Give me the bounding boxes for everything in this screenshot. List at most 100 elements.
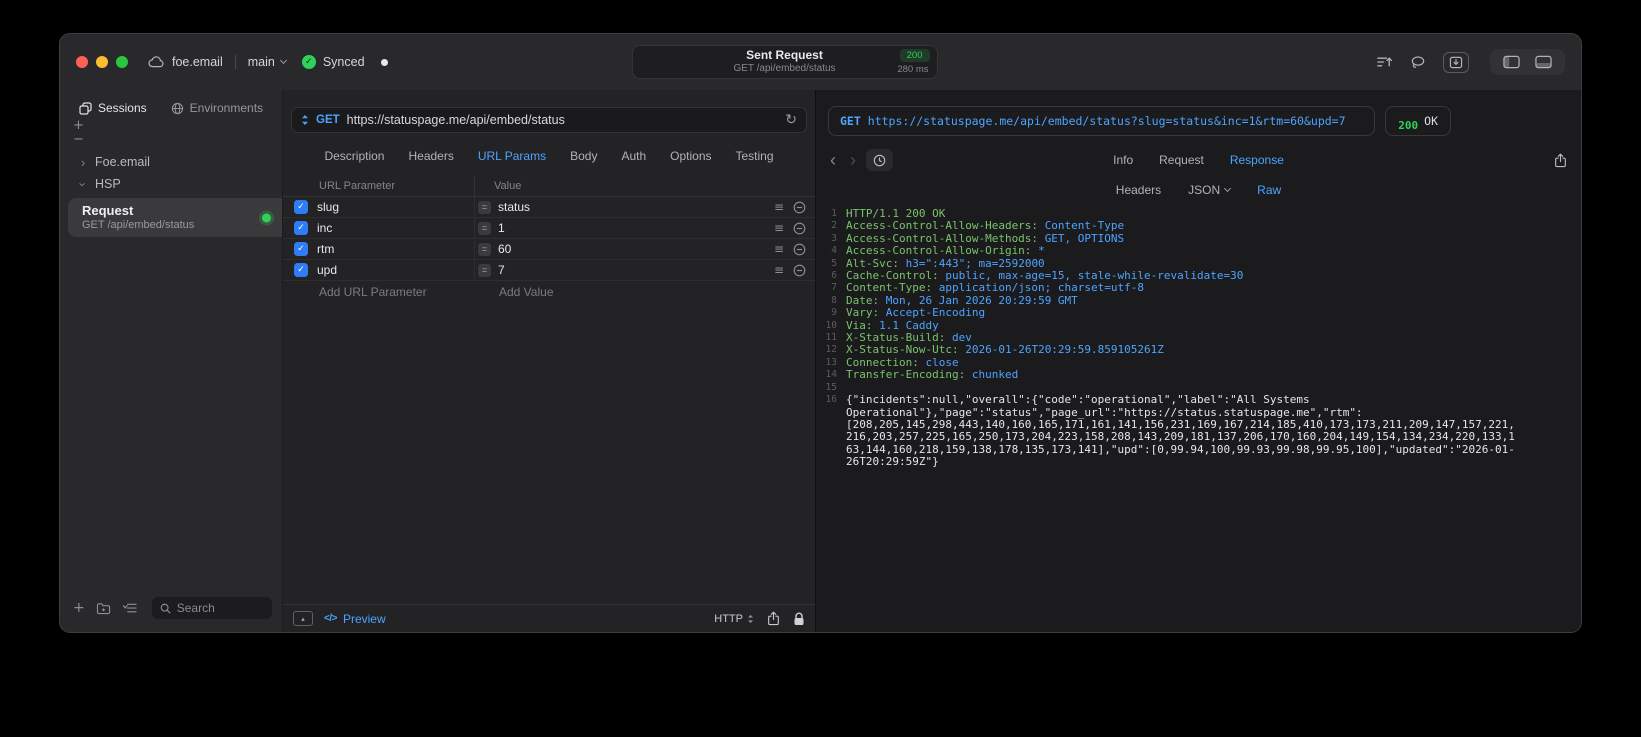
toggle-bottom-panel-icon[interactable]: [1535, 55, 1552, 69]
response-tab-request[interactable]: Request: [1159, 153, 1204, 167]
request-tab-url-params[interactable]: URL Params: [478, 149, 546, 163]
value-type-icon[interactable]: =: [478, 221, 491, 235]
value-type-icon[interactable]: =: [478, 242, 491, 256]
sync-label: Synced: [322, 55, 365, 69]
response-line: 16 {"incidents":null,"overall":{"code":"…: [816, 393, 1581, 468]
remove-session-icon[interactable]: −: [73, 133, 87, 146]
chevron-down-icon: [1224, 184, 1232, 193]
add-param-placeholder[interactable]: Add URL Parameter: [283, 285, 474, 299]
tree-item-hsp[interactable]: › HSP: [60, 173, 282, 195]
param-name[interactable]: slug: [317, 200, 339, 214]
drag-handle-icon[interactable]: ≡: [774, 243, 784, 255]
chevron-right-icon[interactable]: ›: [79, 155, 87, 170]
preview-button[interactable]: </> Preview: [324, 612, 386, 626]
param-enabled-checkbox[interactable]: ✓: [294, 221, 308, 235]
param-value[interactable]: 1: [498, 221, 505, 235]
response-tab-info[interactable]: Info: [1113, 153, 1133, 167]
remove-param-icon[interactable]: [793, 264, 806, 277]
tab-sessions-label: Sessions: [97, 101, 147, 115]
params-table-header: URL Parameter Value: [283, 176, 815, 197]
param-name[interactable]: inc: [317, 221, 332, 235]
param-name[interactable]: rtm: [317, 242, 334, 256]
lock-icon[interactable]: [793, 612, 805, 626]
line-number: 11: [825, 332, 837, 344]
method-selector-icon[interactable]: [301, 114, 309, 126]
tab-environments-label: Environments: [189, 101, 264, 115]
request-list-item-selected[interactable]: Request GET /api/embed/status: [68, 198, 282, 237]
value-type-icon[interactable]: =: [478, 263, 491, 277]
tree-item-foe-email[interactable]: › Foe.email: [60, 151, 282, 173]
request-tab-description[interactable]: Description: [324, 149, 384, 163]
toggle-left-sidebar-icon[interactable]: [1503, 55, 1520, 69]
param-row: ✓ rtm = 60 ≡: [283, 239, 815, 260]
forward-arrow-icon[interactable]: ›: [850, 151, 856, 169]
drag-handle-icon[interactable]: ≡: [774, 222, 784, 234]
drag-handle-icon[interactable]: ≡: [774, 201, 784, 213]
minimize-window-button[interactable]: [96, 56, 108, 68]
request-url-bar[interactable]: GET https://statuspage.me/api/embed/stat…: [291, 107, 807, 133]
expand-panel-button[interactable]: ▴: [293, 611, 313, 626]
activity-summary-pill[interactable]: Sent Request GET /api/embed/status 200 2…: [631, 45, 938, 79]
branch-menu[interactable]: main: [248, 55, 287, 69]
remove-param-icon[interactable]: [793, 222, 806, 235]
add-item-icon[interactable]: +: [73, 601, 85, 615]
chevron-down-icon[interactable]: ›: [76, 180, 91, 188]
response-subtab-headers[interactable]: Headers: [1116, 183, 1161, 197]
param-value[interactable]: 7: [498, 263, 505, 277]
lasso-icon[interactable]: [1410, 55, 1426, 70]
response-view-subtabs: Headers JSON Raw: [816, 183, 1581, 197]
tab-sessions[interactable]: Sessions: [79, 101, 147, 115]
tab-environments[interactable]: Environments: [171, 101, 263, 115]
response-subtab-raw[interactable]: Raw: [1257, 183, 1281, 197]
response-status-code: 200: [1398, 120, 1419, 133]
add-value-placeholder[interactable]: Add Value: [474, 285, 815, 299]
sent-request-url[interactable]: GET https://statuspage.me/api/embed/stat…: [828, 106, 1376, 136]
response-subtab-json[interactable]: JSON: [1188, 183, 1232, 197]
new-folder-icon[interactable]: [96, 602, 111, 615]
line-number: 14: [825, 369, 837, 381]
export-response-icon[interactable]: [1554, 153, 1567, 168]
request-url[interactable]: https://statuspage.me/api/embed/status: [347, 113, 565, 127]
back-arrow-icon[interactable]: ‹: [830, 151, 836, 169]
sidebar-footer: + Search: [60, 597, 282, 632]
request-tab-options[interactable]: Options: [670, 149, 711, 163]
param-name[interactable]: upd: [317, 263, 337, 277]
close-window-button[interactable]: [76, 56, 88, 68]
sort-list-icon[interactable]: [122, 602, 137, 614]
titlebar-actions: [1376, 49, 1565, 75]
request-tab-auth[interactable]: Auth: [621, 149, 646, 163]
sort-filter-icon[interactable]: [1376, 55, 1393, 69]
response-tab-response[interactable]: Response: [1230, 153, 1284, 167]
share-icon[interactable]: [767, 611, 780, 626]
add-session-icon[interactable]: +: [73, 119, 87, 132]
param-value[interactable]: 60: [498, 242, 511, 256]
request-method[interactable]: GET: [316, 114, 340, 126]
request-tab-headers[interactable]: Headers: [408, 149, 453, 163]
sync-status[interactable]: ✓ Synced: [301, 55, 365, 69]
search-placeholder: Search: [176, 601, 215, 615]
history-button[interactable]: [866, 149, 893, 171]
project-menu[interactable]: foe.email: [148, 55, 223, 69]
add-param-row[interactable]: Add URL Parameter Add Value: [283, 281, 815, 303]
titlebar: foe.email main ✓ Synced Sent Request GET…: [60, 34, 1581, 90]
search-input[interactable]: Search: [151, 597, 272, 619]
line-number: 12: [825, 344, 837, 356]
remove-param-icon[interactable]: [793, 243, 806, 256]
fullscreen-window-button[interactable]: [116, 56, 128, 68]
response-body[interactable]: 1 HTTP/1.1 200 OK 2 Access-Control-Allow…: [816, 208, 1581, 632]
param-enabled-checkbox[interactable]: ✓: [294, 200, 308, 214]
param-enabled-checkbox[interactable]: ✓: [294, 263, 308, 277]
protocol-selector[interactable]: HTTP: [714, 613, 754, 625]
line-number: 2: [831, 220, 837, 232]
param-value[interactable]: status: [498, 200, 530, 214]
refresh-icon[interactable]: ↻: [785, 113, 797, 127]
protocol-label: HTTP: [714, 612, 743, 625]
activity-subtitle: GET /api/embed/status: [733, 63, 836, 75]
request-tab-testing[interactable]: Testing: [736, 149, 774, 163]
import-response-icon[interactable]: [1443, 51, 1469, 73]
drag-handle-icon[interactable]: ≡: [774, 264, 784, 276]
remove-param-icon[interactable]: [793, 201, 806, 214]
value-type-icon[interactable]: =: [478, 200, 491, 214]
param-enabled-checkbox[interactable]: ✓: [294, 242, 308, 256]
request-tab-body[interactable]: Body: [570, 149, 597, 163]
